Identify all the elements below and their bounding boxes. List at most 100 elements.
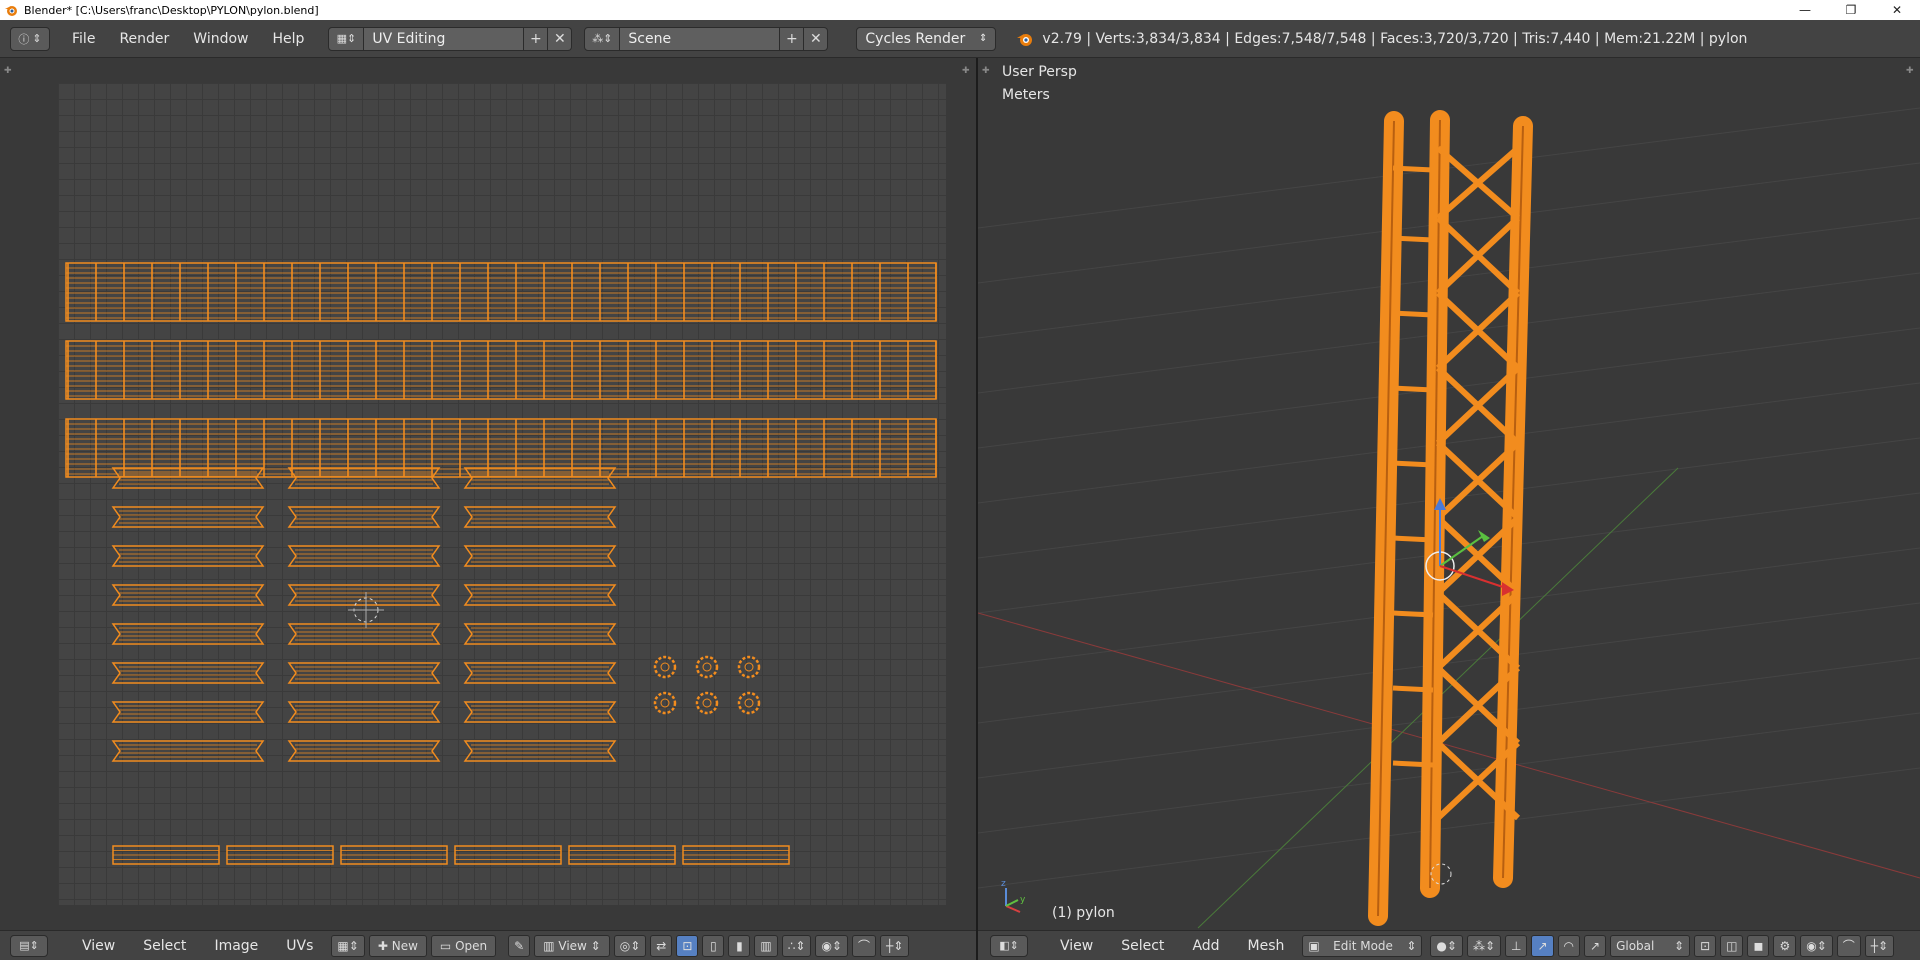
menu-render[interactable]: Render — [107, 31, 181, 47]
uv-brace-island — [111, 506, 265, 528]
3d-menu-view[interactable]: View — [1046, 938, 1107, 954]
menu-window[interactable]: Window — [181, 31, 260, 47]
pivot-dropdown[interactable]: ◎⇕ — [613, 934, 647, 957]
region-toggle-icon[interactable]: ✚ — [962, 66, 972, 76]
face-select-button[interactable]: ▮ — [728, 934, 751, 957]
uv-editor-type-selector[interactable]: ▤⇕ — [10, 934, 48, 957]
new-image-button[interactable]: ✚ New — [368, 934, 427, 957]
uv-islands — [65, 262, 937, 865]
uv-cap-island — [695, 691, 719, 715]
updown-arrows-icon: ⇕ — [1674, 938, 1685, 953]
rotate-manipulator-button[interactable]: ◠ — [1557, 934, 1580, 957]
remove-scene-button[interactable]: ✕ — [804, 26, 829, 51]
proportional-icon: ◉⇕ — [821, 938, 842, 953]
menu-help[interactable]: Help — [260, 31, 316, 47]
uv-small-strip-island — [226, 845, 334, 865]
updown-arrows-icon: ⇕ — [32, 32, 42, 45]
view-mode-dropdown[interactable]: ▥ View ⇕ — [534, 934, 610, 957]
translate-manipulator-button[interactable]: ↗ — [1531, 934, 1554, 957]
blender-logo-icon — [1017, 33, 1033, 46]
uv-brace-island — [287, 701, 441, 723]
snap-toggle-button[interactable]: ⌒ — [851, 934, 876, 957]
3d-viewport-header: ◧⇕ View Select Add Mesh ▣ Edit Mode ⇕ ●⇕ ⁂… — [978, 930, 1920, 960]
snap-element-dropdown[interactable]: ┼⇕ — [1864, 934, 1895, 957]
vertex-select-button[interactable]: ⊡ — [676, 934, 699, 957]
snap-toggle-button[interactable]: ⌒ — [1836, 934, 1861, 957]
svg-text:z: z — [1001, 879, 1006, 889]
occlude-geometry-button[interactable]: ⚙ — [1773, 934, 1797, 957]
pin-button[interactable]: ✎ — [508, 934, 531, 957]
uv-menu-view[interactable]: View — [68, 938, 129, 954]
uv-grid-canvas[interactable] — [58, 83, 946, 905]
3d-editor-type-selector[interactable]: ◧⇕ — [990, 934, 1028, 957]
info-editor-type-selector[interactable]: ⓘ ⇕ — [10, 26, 50, 51]
scene-field[interactable]: Scene — [620, 26, 781, 51]
manipulator-icon: ⊥ — [1511, 938, 1522, 953]
snap-icon: ⌒ — [857, 939, 870, 953]
axis-gizmo-icon: z y — [1001, 879, 1026, 913]
3d-viewport[interactable]: ✚ ✚ User Persp Meters z y (1) pylon — [978, 58, 1920, 930]
restore-button[interactable]: ❐ — [1828, 0, 1874, 20]
edge-select-button[interactable]: ▯ — [702, 934, 725, 957]
add-scene-button[interactable]: + — [780, 26, 805, 51]
image-icon: ▦⇕ — [337, 938, 359, 953]
snap-element-dropdown[interactable]: ┼⇕ — [879, 934, 910, 957]
uv-menu-select[interactable]: Select — [129, 938, 200, 954]
mode-dropdown[interactable]: ▣ Edit Mode ⇕ — [1302, 934, 1423, 957]
snap-element-icon: ┼⇕ — [885, 938, 904, 953]
region-toggle-icon[interactable]: ✚ — [4, 66, 14, 76]
open-image-button[interactable]: ▭ Open — [430, 934, 497, 957]
edge-mode-button[interactable]: ◫ — [1720, 934, 1744, 957]
close-window-button[interactable]: ✕ — [1874, 0, 1920, 20]
layout-grid-icon: ▦⇕ — [336, 32, 357, 45]
scale-icon: ↗ — [1590, 938, 1601, 953]
scene-selector[interactable]: ⁂⇕ — [584, 26, 621, 51]
info-header: ⓘ ⇕ File Render Window Help ▦⇕ UV Editing… — [0, 20, 1920, 58]
screen-layout-selector[interactable]: ▦⇕ — [328, 26, 365, 51]
render-engine-label: Cycles Render — [865, 30, 966, 47]
uv-brace-island — [287, 623, 441, 645]
proportional-edit-dropdown[interactable]: ◉⇕ — [1800, 934, 1833, 957]
plus-icon: ✚ — [377, 938, 388, 953]
uv-small-strip-island — [682, 845, 790, 865]
3d-menu-mesh[interactable]: Mesh — [1234, 938, 1299, 954]
uv-cap-island — [737, 691, 761, 715]
remove-screen-button[interactable]: ✕ — [548, 26, 573, 51]
3d-menu-select[interactable]: Select — [1107, 938, 1178, 954]
blender-logo-icon — [5, 6, 17, 16]
proportional-icon: ◉⇕ — [1806, 938, 1827, 953]
uv-brace-island — [287, 584, 441, 606]
uv-image-editor[interactable]: ✚ ✚ — [0, 58, 976, 930]
scene-group: ⁂⇕ Scene + ✕ — [584, 26, 829, 51]
uv-brace-island — [111, 701, 265, 723]
minimize-button[interactable]: — — [1782, 0, 1828, 20]
scale-manipulator-button[interactable]: ↗ — [1584, 934, 1607, 957]
orientation-dropdown[interactable]: Global ⇕ — [1610, 934, 1691, 957]
rotate-icon: ◠ — [1563, 938, 1574, 953]
sticky-select-dropdown[interactable]: ∴⇕ — [781, 934, 812, 957]
updown-arrows-icon: ⇕ — [1406, 938, 1417, 953]
view-mode-icon: ▥ — [543, 938, 555, 953]
uv-small-strip-island — [454, 845, 562, 865]
face-select-icon: ▮ — [736, 938, 743, 953]
uv-menu-image[interactable]: Image — [200, 938, 272, 954]
face-mode-button[interactable]: ◼ — [1747, 934, 1770, 957]
pivot-point-dropdown[interactable]: ⁂⇕ — [1466, 934, 1501, 957]
vertex-mode-button[interactable]: ⊡ — [1694, 934, 1717, 957]
manipulator-toggle[interactable]: ⊥ — [1505, 934, 1528, 957]
sync-selection-button[interactable]: ⇄ — [650, 934, 673, 957]
image-editor-icon: ▤⇕ — [19, 939, 39, 952]
uv-menu-uvs[interactable]: UVs — [272, 938, 327, 954]
island-select-button[interactable]: ▥ — [754, 934, 778, 957]
pivot-icon: ◎⇕ — [619, 938, 641, 953]
render-engine-dropdown[interactable]: Cycles Render ⇕ — [856, 26, 997, 51]
screen-layout-field[interactable]: UV Editing — [364, 26, 525, 51]
image-browse-button[interactable]: ▦⇕ — [331, 934, 365, 957]
uv-brace-island — [463, 662, 617, 684]
uv-brace-island — [287, 740, 441, 762]
3d-menu-add[interactable]: Add — [1178, 938, 1233, 954]
add-screen-button[interactable]: + — [524, 26, 549, 51]
shading-dropdown[interactable]: ●⇕ — [1430, 934, 1463, 957]
menu-file[interactable]: File — [60, 31, 107, 47]
proportional-edit-dropdown[interactable]: ◉⇕ — [815, 934, 848, 957]
